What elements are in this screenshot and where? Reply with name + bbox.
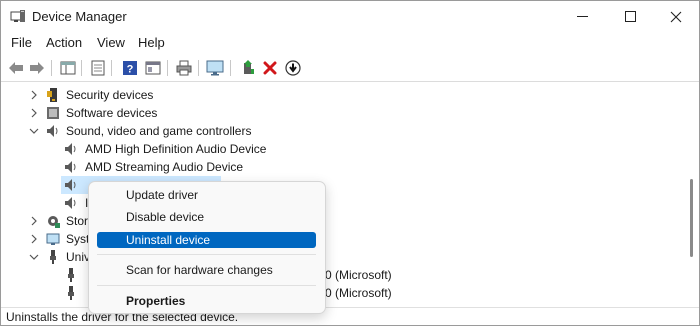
help-icon: ? (123, 61, 137, 76)
tree-item-label: AMD Streaming Audio Device (85, 160, 244, 174)
chevron-right-icon[interactable] (28, 89, 40, 101)
tree-item-label: 0 (Microsoft) (325, 268, 392, 282)
forward-button[interactable] (28, 59, 46, 77)
minimize-button[interactable] (559, 1, 605, 32)
chevron-right-icon[interactable] (28, 233, 40, 245)
menu-item-label: Disable device (126, 210, 205, 224)
menu-properties[interactable]: Properties (97, 293, 316, 309)
forward-arrow-icon (30, 62, 44, 74)
tree-item-label: Software devices (66, 106, 158, 120)
menu-view[interactable]: View (97, 35, 125, 50)
window-title: Device Manager (32, 9, 127, 24)
show-hidden-devices-button[interactable] (144, 59, 162, 77)
tree-item-software-devices[interactable]: Software devices (1, 104, 681, 122)
tree-item-amd-hd-audio[interactable]: AMD High Definition Audio Device (1, 140, 681, 158)
storage-gear-icon (48, 216, 60, 228)
print-button[interactable] (175, 59, 193, 77)
maximize-button[interactable] (607, 1, 653, 32)
vertical-scrollbar[interactable] (685, 83, 697, 309)
close-icon (670, 11, 682, 22)
menu-disable-device[interactable]: Disable device (97, 209, 316, 225)
chevron-right-icon[interactable] (28, 215, 40, 227)
properties-toolbar-button[interactable] (89, 59, 107, 77)
speaker-icon (65, 197, 76, 209)
title-bar[interactable]: Device Manager (1, 1, 699, 32)
menu-item-label: Properties (126, 294, 186, 308)
monitor-scan-icon (206, 60, 224, 76)
menu-file[interactable]: File (11, 35, 32, 50)
menu-uninstall-device[interactable]: Uninstall device (97, 232, 316, 248)
printer-icon (176, 60, 192, 76)
menu-bar: File Action View Help (1, 32, 699, 53)
tree-item-sound-video-game-controllers[interactable]: Sound, video and game controllers (1, 122, 681, 140)
usb-plug-icon (50, 250, 56, 264)
uninstall-device-button[interactable] (261, 59, 279, 77)
tree-item-amd-streaming-audio[interactable]: AMD Streaming Audio Device (1, 158, 681, 176)
update-driver-icon (244, 60, 254, 74)
help-toolbar-button[interactable]: ? (121, 59, 139, 77)
menu-help[interactable]: Help (138, 35, 165, 50)
tree-item-label: Stor (66, 214, 89, 228)
speaker-icon (65, 143, 76, 155)
speaker-icon (65, 161, 76, 173)
toolbar-separator (81, 60, 82, 76)
close-button[interactable] (653, 1, 699, 32)
red-x-icon (263, 61, 277, 75)
tree-item-label: 0 (Microsoft) (325, 286, 392, 300)
context-menu: Update driver Disable device Uninstall d… (88, 181, 326, 314)
minimize-icon (576, 16, 588, 17)
svg-text:?: ? (127, 64, 134, 76)
menu-separator (97, 285, 316, 286)
speaker-icon (47, 125, 58, 137)
chevron-down-icon[interactable] (28, 251, 40, 263)
menu-separator (97, 254, 316, 255)
console-tree-icon (60, 61, 76, 75)
chevron-right-icon[interactable] (28, 107, 40, 119)
menu-item-label: Update driver (126, 188, 199, 202)
chevron-down-icon[interactable] (28, 125, 40, 137)
tree-item-security-devices[interactable]: Security devices (1, 86, 681, 104)
speaker-icon (65, 179, 76, 191)
show-hide-console-tree-button[interactable] (59, 59, 77, 77)
usb-plug-icon (68, 286, 74, 300)
tree-item-label: Univ (66, 250, 91, 264)
tree-item-label: Syst (66, 232, 90, 246)
toolbar-separator (230, 60, 231, 76)
device-manager-window: Device Manager File Action View Help ? S… (0, 0, 700, 326)
toolbar: ? (1, 55, 699, 82)
back-arrow-icon (9, 62, 23, 74)
back-button[interactable] (7, 59, 25, 77)
toolbar-separator (111, 60, 112, 76)
disable-device-button[interactable] (284, 59, 302, 77)
device-manager-app-icon (10, 9, 26, 24)
toolbar-separator (198, 60, 199, 76)
menu-item-label: Uninstall device (126, 233, 211, 247)
tree-item-label: Sound, video and game controllers (66, 124, 252, 138)
device-list-icon (145, 61, 161, 75)
security-device-icon (47, 88, 57, 102)
software-device-icon (47, 107, 59, 119)
menu-action[interactable]: Action (46, 35, 82, 50)
menu-update-driver[interactable]: Update driver (97, 187, 316, 203)
disable-arrow-icon (285, 60, 301, 76)
tree-item-label: Security devices (66, 88, 154, 102)
menu-item-label: Scan for hardware changes (126, 263, 273, 277)
menu-scan-hardware-changes[interactable]: Scan for hardware changes (97, 262, 316, 278)
usb-plug-icon (68, 268, 74, 282)
system-device-icon (46, 233, 60, 245)
maximize-icon (624, 11, 636, 22)
properties-sheet-icon (91, 60, 105, 76)
update-driver-button[interactable] (239, 59, 257, 77)
toolbar-separator (167, 60, 168, 76)
scan-for-hardware-changes-button[interactable] (206, 59, 224, 77)
tree-item-label: AMD High Definition Audio Device (85, 142, 267, 156)
scrollbar-thumb[interactable] (690, 179, 693, 257)
toolbar-separator (51, 60, 52, 76)
